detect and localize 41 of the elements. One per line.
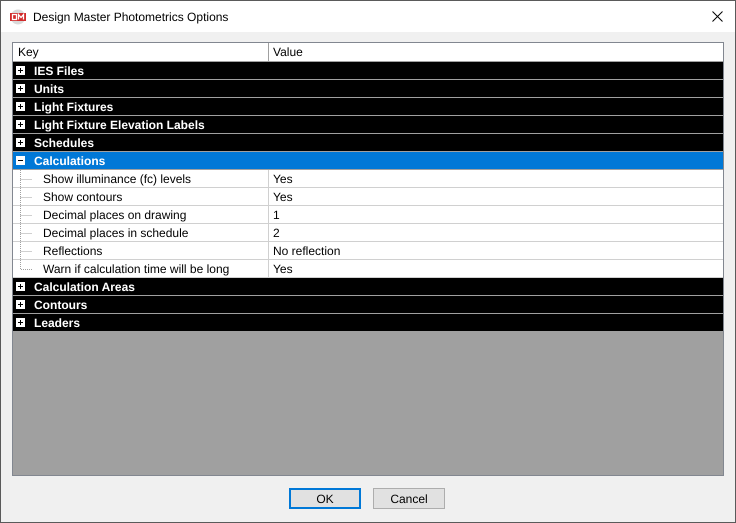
expand-icon[interactable] <box>16 120 25 129</box>
tree-line-icon <box>20 170 32 188</box>
window-title: Design Master Photometrics Options <box>33 8 228 26</box>
property-key: Reflections <box>43 242 102 260</box>
property-value[interactable]: Yes <box>269 260 723 277</box>
category-row[interactable]: Light Fixtures <box>13 98 723 116</box>
expand-icon[interactable] <box>16 102 25 111</box>
ok-button[interactable]: OK <box>289 488 361 509</box>
property-key: Show illuminance (fc) levels <box>43 170 192 188</box>
category-row[interactable]: IES Files <box>13 62 723 80</box>
cancel-button[interactable]: Cancel <box>373 488 445 509</box>
property-key: Decimal places in schedule <box>43 224 188 242</box>
close-icon[interactable] <box>712 11 723 22</box>
category-row[interactable]: Units <box>13 80 723 98</box>
property-key: Show contours <box>43 188 122 206</box>
expand-icon[interactable] <box>16 84 25 93</box>
expand-icon[interactable] <box>16 300 25 309</box>
column-header[interactable]: Key <box>13 43 269 61</box>
property-value[interactable]: Yes <box>269 188 723 205</box>
category-row[interactable]: Light Fixture Elevation Labels <box>13 116 723 134</box>
category-row[interactable]: Schedules <box>13 134 723 152</box>
expand-icon[interactable] <box>16 282 25 291</box>
category-row[interactable]: Leaders <box>13 314 723 332</box>
property-value[interactable]: 1 <box>269 206 723 223</box>
property-key: Decimal places on drawing <box>43 206 186 224</box>
category-row[interactable]: Calculation Areas <box>13 278 723 296</box>
app-logo-icon <box>9 8 27 24</box>
expand-icon[interactable] <box>16 66 25 75</box>
column-header[interactable]: Value <box>269 43 723 61</box>
expand-icon[interactable] <box>16 138 25 147</box>
tree-line-icon <box>20 188 32 206</box>
tree-line-icon <box>20 224 32 242</box>
property-value[interactable]: 2 <box>269 224 723 241</box>
tree-line-icon <box>20 206 32 224</box>
collapse-icon[interactable] <box>16 156 25 165</box>
property-key: Warn if calculation time will be long <box>43 260 230 278</box>
category-row[interactable]: Contours <box>13 296 723 314</box>
category-row[interactable]: Calculations <box>13 152 723 170</box>
expand-icon[interactable] <box>16 318 25 327</box>
property-value[interactable]: No reflection <box>269 242 723 259</box>
property-value[interactable]: Yes <box>269 170 723 187</box>
